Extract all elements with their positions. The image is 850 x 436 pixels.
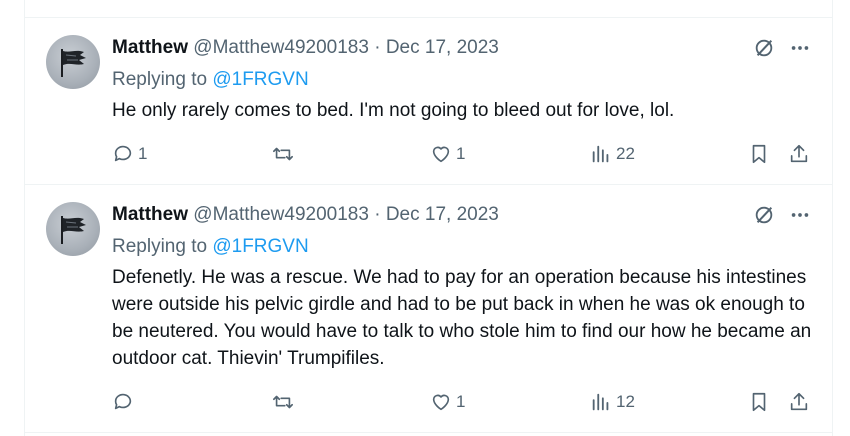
like-count: 1 xyxy=(456,392,466,411)
replying-prefix: Replying to xyxy=(112,236,208,257)
views-count: 12 xyxy=(616,392,635,411)
bookmark-icon xyxy=(752,392,766,412)
retweet-button[interactable] xyxy=(272,391,298,413)
like-icon xyxy=(432,394,450,411)
views-icon xyxy=(592,145,609,163)
tweet-top-actions xyxy=(753,37,811,59)
avatar[interactable] xyxy=(46,202,100,256)
divider xyxy=(24,432,833,433)
tweet-text: Defenetly. He was a rescue. We had to pa… xyxy=(112,267,812,369)
views-button[interactable]: 12 xyxy=(590,391,635,413)
tweet-header: Matthew @Matthew49200183 · Dec 17, 2023 xyxy=(112,36,499,60)
tweet-actions: 1 12 xyxy=(112,391,812,415)
author-handle[interactable]: @Matthew49200183 xyxy=(193,37,369,58)
like-button[interactable]: 1 xyxy=(430,143,465,165)
retweet-icon xyxy=(273,147,293,161)
views-icon xyxy=(592,393,609,411)
reply-icon xyxy=(114,145,132,162)
more-icon[interactable] xyxy=(789,37,811,59)
like-button[interactable]: 1 xyxy=(430,391,465,413)
separator: · xyxy=(374,204,381,225)
share-icon xyxy=(790,392,808,411)
author-name[interactable]: Matthew xyxy=(112,37,188,58)
tweet-actions: 1 1 22 xyxy=(112,143,812,167)
replying-to-link[interactable]: @1FRGVN xyxy=(212,236,308,257)
reply-button[interactable]: 1 xyxy=(112,143,147,165)
reply-button[interactable] xyxy=(112,391,138,413)
share-icon xyxy=(790,144,808,163)
tweet[interactable]: Matthew @Matthew49200183 · Dec 17, 2023 … xyxy=(24,18,833,184)
share-button[interactable] xyxy=(788,143,810,165)
retweet-icon xyxy=(273,395,293,409)
more-icon[interactable] xyxy=(789,204,811,226)
replying-to-link[interactable]: @1FRGVN xyxy=(212,69,308,90)
bookmark-icon xyxy=(752,144,766,164)
tweet-date[interactable]: Dec 17, 2023 xyxy=(386,204,499,225)
like-count: 1 xyxy=(456,144,466,163)
grok-icon[interactable] xyxy=(753,37,775,59)
replying-to: Replying to @1FRGVN xyxy=(112,235,309,259)
reply-count: 1 xyxy=(138,144,148,163)
tweet-top-actions xyxy=(753,204,811,226)
tweet-text: He only rarely comes to bed. I'm not goi… xyxy=(112,100,675,121)
tweet-header: Matthew @Matthew49200183 · Dec 17, 2023 xyxy=(112,203,499,227)
share-button[interactable] xyxy=(788,391,810,413)
separator: · xyxy=(374,37,381,58)
author-name[interactable]: Matthew xyxy=(112,204,188,225)
views-button[interactable]: 22 xyxy=(590,143,635,165)
bookmark-button[interactable] xyxy=(748,391,770,413)
reply-icon xyxy=(114,393,132,410)
tweet-date[interactable]: Dec 17, 2023 xyxy=(386,37,499,58)
bookmark-button[interactable] xyxy=(748,143,770,165)
like-icon xyxy=(432,146,450,163)
avatar[interactable] xyxy=(46,35,100,89)
views-count: 22 xyxy=(616,144,635,163)
retweet-button[interactable] xyxy=(272,143,298,165)
author-handle[interactable]: @Matthew49200183 xyxy=(193,204,369,225)
replying-to: Replying to @1FRGVN xyxy=(112,68,309,92)
tweet[interactable]: Matthew @Matthew49200183 · Dec 17, 2023 … xyxy=(24,185,833,432)
grok-icon[interactable] xyxy=(753,204,775,226)
replying-prefix: Replying to xyxy=(112,69,208,90)
